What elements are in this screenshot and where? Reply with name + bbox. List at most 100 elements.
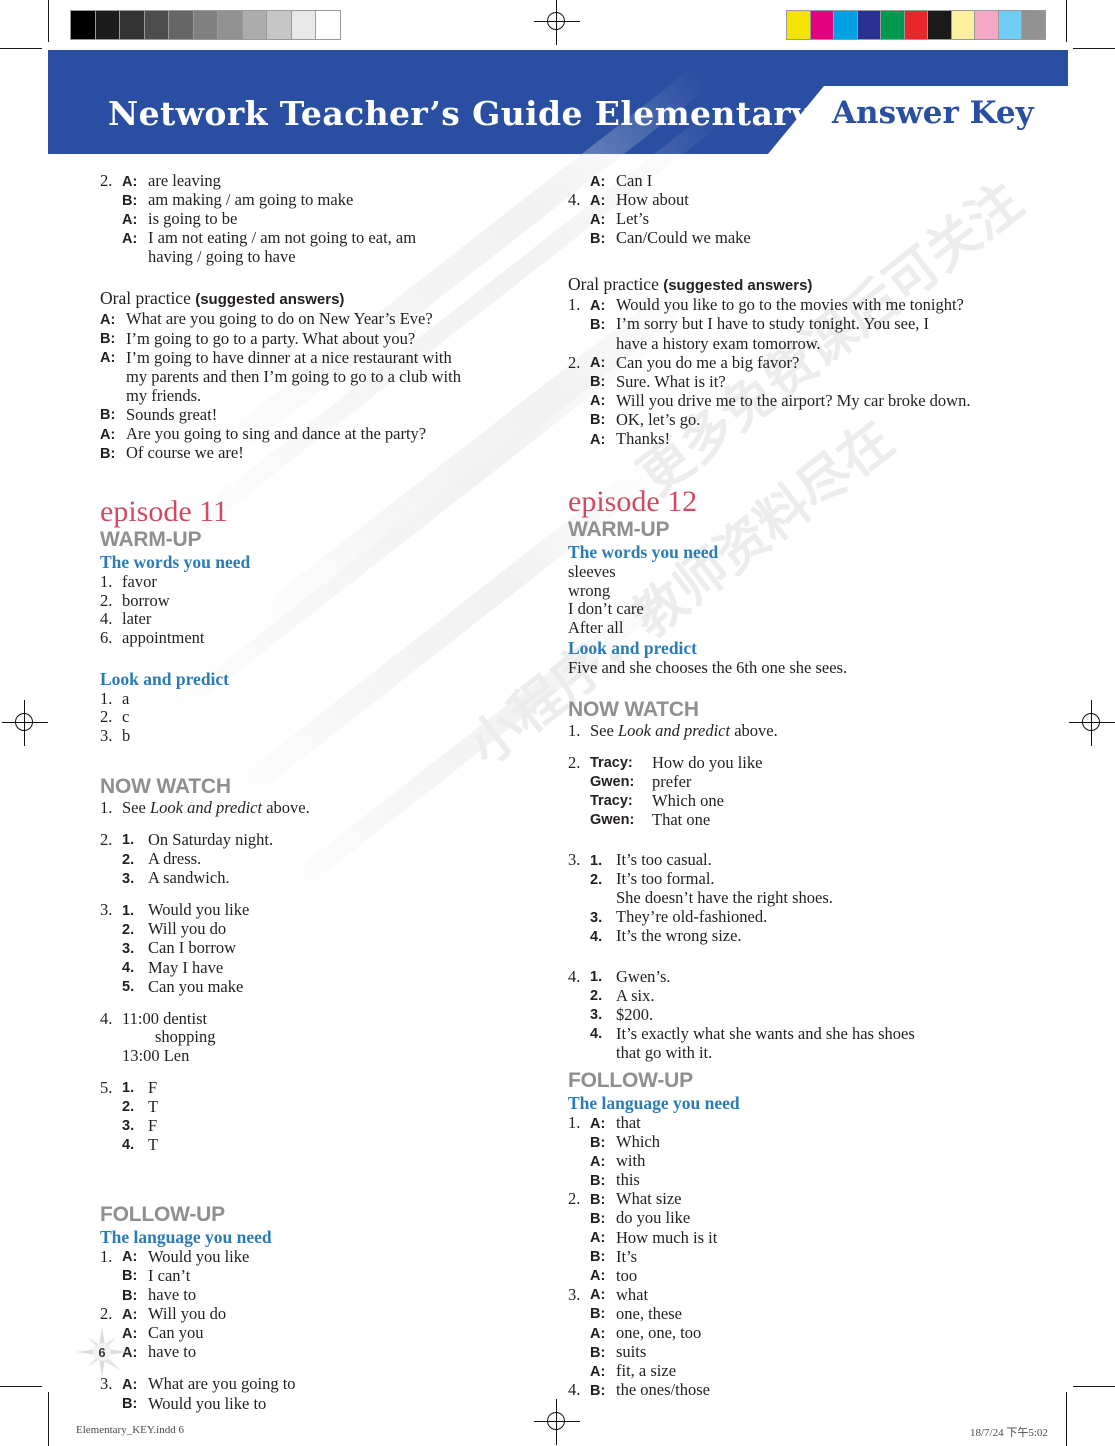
look-and-predict-list: 1. a 2. c 3. b — [100, 689, 520, 746]
dialogue-line: A: Are you going to sing and dance at th… — [100, 424, 520, 444]
item-text: F — [148, 1077, 158, 1097]
speaker-label: B: — [122, 1287, 138, 1304]
item-number: 6. — [100, 628, 113, 647]
language-group-1: 1. A: Would you like 1. B: I can’t 1. B:… — [100, 1246, 520, 1305]
answer-line: 4. A: Let’s — [568, 210, 1018, 229]
speaker-label: B: — [590, 230, 606, 247]
oral-practice-heading: Oral practice (suggested answers) — [100, 288, 520, 310]
sub-number: 2. — [122, 851, 135, 868]
dialogue-line: 1. B: have to — [100, 1285, 520, 1305]
item-text: wrong — [568, 580, 611, 600]
speaker-label: A: — [590, 1115, 606, 1132]
answer-text: are leaving — [148, 171, 221, 190]
see-prefix: See — [122, 798, 150, 818]
answer-text: Can I — [616, 171, 653, 190]
item-text: T — [148, 1096, 159, 1116]
dialogue-line: 1. B: I’m sorry but I have to study toni… — [568, 315, 1018, 334]
dialogue-line: A: What are you going to do on New Year’… — [100, 310, 520, 329]
item-text: b — [122, 725, 131, 745]
dialogue-text: How much is it — [616, 1227, 718, 1247]
left-oral-practice: Oral practice (suggested answers) A: Wha… — [100, 288, 520, 463]
answer-line: 2. A: is going to be — [100, 210, 520, 229]
page-content: 2. A: are leaving 2. B: am making / am g… — [0, 0, 1115, 1446]
now-watch-item-3: 3. 1. It’s too casual. 3. 2. It’s too fo… — [568, 850, 1018, 946]
speaker-label: A: — [590, 1287, 606, 1304]
item-number: 2. — [568, 752, 581, 772]
dialogue-line: 2. A: too — [568, 1265, 1018, 1286]
sub-number: 1. — [122, 1080, 135, 1096]
dialogue-line: 2. A: have to — [100, 1343, 520, 1362]
item-number: 4. — [568, 966, 581, 986]
sub-item: 5. 4. T — [100, 1135, 520, 1155]
sub-number: 3. — [122, 1118, 135, 1135]
speaker-label: A: — [590, 297, 606, 314]
item-text: On Saturday night. — [148, 829, 274, 849]
sub-item: 5. 1. F — [100, 1077, 520, 1098]
language-group-3: 3. A: what 3. B: one, these 3. A: one, o… — [568, 1285, 1018, 1381]
speaker-label: Tracy: — [590, 793, 633, 810]
speaker-label: A: — [122, 1249, 138, 1266]
item-text: 13:00 Len — [122, 1045, 190, 1065]
dialogue-text: my parents and then I’m going to go to a… — [126, 366, 461, 386]
sub-number: 2. — [590, 871, 603, 888]
speaker-label: A: — [122, 1376, 138, 1393]
answer-text: having / going to have — [148, 247, 296, 267]
dialogue-text: Would you like to — [148, 1393, 267, 1413]
speaker-label: A: — [590, 355, 606, 372]
item-number: 4. — [100, 609, 113, 629]
dialogue-line: 2. A: Will you do — [100, 1305, 520, 1324]
followup-section-label: FOLLOW-UP — [568, 1069, 693, 1092]
answer-line: 2. A: I am not eating / am not going to … — [100, 229, 520, 248]
look-and-predict-heading: Look and predict — [100, 668, 230, 689]
dialogue-text: Which — [616, 1132, 660, 1152]
speaker-label: B: — [100, 445, 116, 462]
dialogue-text: Of course we are! — [126, 443, 244, 463]
speaker-label: A: — [100, 350, 116, 367]
answer-line: 4. B: Can/Could we make — [568, 229, 1018, 248]
dialogue-text: What size — [616, 1189, 682, 1209]
sub-item: 3. 1. Would you like — [100, 901, 520, 920]
sub-item: 4. 1. Gwen’s. — [568, 966, 1018, 987]
now-watch-section-label: NOW WATCH — [100, 775, 231, 799]
dialogue-line: 2. A: Can you do me a big favor? — [568, 352, 1018, 373]
item-text: Will you do — [148, 919, 227, 939]
dialogue-text: the ones/those — [616, 1380, 710, 1400]
item-text: Can you make — [148, 976, 244, 996]
answer-line-continuation: 2. A: having / going to have — [100, 248, 520, 267]
oral-practice-heading-main: Oral practice — [100, 288, 196, 309]
see-prefix: See — [590, 721, 618, 741]
dialogue-text: I can’t — [148, 1265, 191, 1285]
answer-line: 4. A: Can I — [568, 171, 1018, 191]
speaker-label: A: — [590, 192, 606, 209]
item-number: 1. — [568, 1113, 581, 1132]
dialogue-text: Can you do me a big favor? — [616, 352, 800, 372]
now-watch-item-2: 2. Tracy: How do you like 2. Gwen: prefe… — [568, 752, 1018, 830]
dialogue-text: That one — [652, 809, 711, 829]
item-number: 4. — [568, 1380, 581, 1400]
answer-text: am making / am going to make — [148, 190, 354, 210]
item-number: 2. — [100, 590, 113, 610]
sub-number: 4. — [590, 928, 603, 945]
dialogue-text: do you like — [616, 1208, 691, 1228]
see-suffix: above. — [262, 798, 310, 818]
right-continued-answers: 4. A: Can I 4. A: How about 4. A: Let’s … — [568, 171, 1018, 248]
sub-item: 3. 2. Will you do — [100, 920, 520, 939]
speaker-label: A: — [590, 431, 606, 448]
dialogue-text: Would you like — [148, 1246, 250, 1266]
dialogue-line: 2. Tracy: Which one — [568, 791, 1018, 811]
dialogue-text: too — [616, 1265, 638, 1285]
item-number: 1. — [100, 572, 113, 592]
now-watch-item-1: 1. See Look and predict above. — [100, 799, 520, 818]
answer-line: 2. B: am making / am going to make — [100, 190, 520, 210]
speaker-label: B: — [590, 1191, 606, 1208]
episode-heading: episode 12 — [568, 485, 698, 519]
item-text: Would you like — [148, 900, 250, 920]
sub-item: 4. 3. $200. — [568, 1005, 1018, 1025]
sub-item: 2. 1. On Saturday night. — [100, 829, 520, 850]
dialogue-text: Will you drive me to the airport? My car… — [616, 390, 971, 410]
dialogue-text: this — [616, 1170, 640, 1190]
see-suffix: above. — [730, 721, 778, 741]
speaker-label: A: — [122, 230, 138, 247]
dialogue-text: It’s — [616, 1246, 638, 1266]
oral-practice-heading: Oral practice (suggested answers) — [568, 274, 1018, 296]
